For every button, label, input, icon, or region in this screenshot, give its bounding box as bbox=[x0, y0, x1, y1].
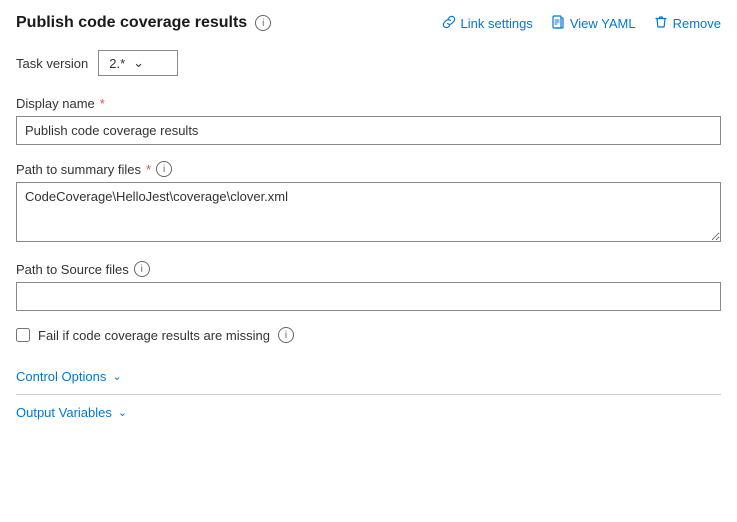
header-info-icon[interactable]: i bbox=[255, 15, 271, 31]
task-version-select[interactable]: 2.* ⌄ bbox=[98, 50, 178, 76]
page-header: Publish code coverage results i Link set… bbox=[16, 14, 721, 32]
output-variables-header[interactable]: Output Variables ⌄ bbox=[16, 405, 721, 420]
control-options-chevron-down-icon: ⌄ bbox=[112, 370, 121, 383]
task-version-value: 2.* bbox=[109, 56, 125, 71]
path-summary-input[interactable]: CodeCoverage\HelloJest\coverage\clover.x… bbox=[16, 182, 721, 242]
link-settings-icon bbox=[442, 15, 456, 32]
path-source-input[interactable] bbox=[16, 282, 721, 311]
task-version-row: Task version 2.* ⌄ bbox=[16, 50, 721, 76]
main-container: Publish code coverage results i Link set… bbox=[0, 0, 737, 444]
header-left: Publish code coverage results i bbox=[16, 14, 271, 32]
fail-missing-checkbox-row: Fail if code coverage results are missin… bbox=[16, 327, 721, 343]
path-source-field-group: Path to Source files i bbox=[16, 261, 721, 311]
page-title: Publish code coverage results bbox=[16, 14, 247, 32]
display-name-field-group: Display name * bbox=[16, 96, 721, 145]
output-variables-title: Output Variables bbox=[16, 405, 112, 420]
control-options-title: Control Options bbox=[16, 369, 106, 384]
display-name-label: Display name * bbox=[16, 96, 721, 111]
view-yaml-label: View YAML bbox=[570, 16, 636, 31]
remove-label: Remove bbox=[673, 16, 721, 31]
path-summary-info-icon[interactable]: i bbox=[156, 161, 172, 177]
remove-icon bbox=[654, 15, 668, 32]
view-yaml-icon bbox=[551, 15, 565, 32]
header-actions: Link settings View YAML bbox=[442, 15, 721, 32]
control-options-header[interactable]: Control Options ⌄ bbox=[16, 369, 721, 384]
path-summary-required: * bbox=[146, 162, 151, 177]
fail-missing-checkbox[interactable] bbox=[16, 328, 30, 342]
display-name-input[interactable] bbox=[16, 116, 721, 145]
fail-missing-label[interactable]: Fail if code coverage results are missin… bbox=[38, 328, 270, 343]
control-options-section: Control Options ⌄ bbox=[16, 359, 721, 395]
path-source-info-icon[interactable]: i bbox=[134, 261, 150, 277]
task-version-label: Task version bbox=[16, 56, 88, 71]
version-chevron-down-icon: ⌄ bbox=[133, 55, 144, 71]
path-summary-label: Path to summary files * i bbox=[16, 161, 721, 177]
path-summary-field-group: Path to summary files * i CodeCoverage\H… bbox=[16, 161, 721, 245]
output-variables-chevron-down-icon: ⌄ bbox=[118, 406, 127, 419]
output-variables-section: Output Variables ⌄ bbox=[16, 395, 721, 430]
path-source-label: Path to Source files i bbox=[16, 261, 721, 277]
remove-button[interactable]: Remove bbox=[654, 15, 721, 32]
link-settings-button[interactable]: Link settings bbox=[442, 15, 533, 32]
fail-missing-info-icon[interactable]: i bbox=[278, 327, 294, 343]
link-settings-label: Link settings bbox=[461, 16, 533, 31]
display-name-required: * bbox=[100, 96, 105, 111]
view-yaml-button[interactable]: View YAML bbox=[551, 15, 636, 32]
